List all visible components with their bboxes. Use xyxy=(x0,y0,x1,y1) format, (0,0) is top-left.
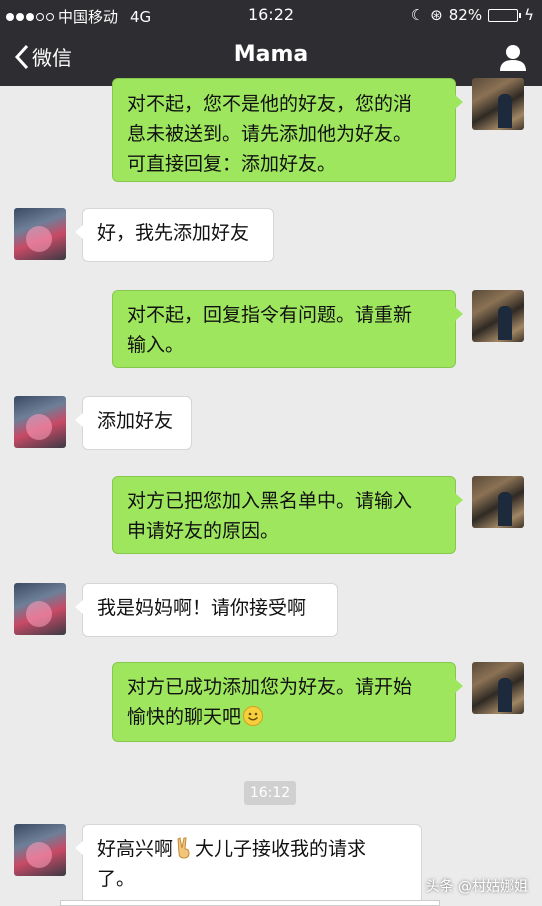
message-line: 对方已把您加入黑名单中。请输入 xyxy=(127,490,413,512)
message-text: 愉快的聊天吧 xyxy=(127,706,242,728)
input-bar-edge xyxy=(60,900,440,906)
mama-avatar[interactable] xyxy=(14,824,66,876)
my-avatar[interactable] xyxy=(472,290,524,342)
my-avatar[interactable] xyxy=(472,78,524,130)
message-line: 添加好友 xyxy=(97,410,174,432)
message-line: 息未被送到。请先添加他为好友。 xyxy=(127,123,413,145)
message-text: 大儿子接收我的请求 xyxy=(195,838,367,860)
moon-icon: ☾ xyxy=(410,6,425,24)
message-bubble-outgoing[interactable]: 对方已成功添加您为好友。请开始 愉快的聊天吧 xyxy=(112,662,463,742)
message-bubble-outgoing[interactable]: 对不起，回复指令有问题。请重新 输入。 xyxy=(112,290,463,368)
status-right: ☾ ⊛ 82% ϟ xyxy=(411,6,534,24)
contact-profile-button[interactable] xyxy=(498,42,528,72)
watermark: 头条 @村姑娜姐 xyxy=(425,879,528,895)
message-line: 好，我先添加好友 xyxy=(97,222,250,244)
message-bubble-outgoing[interactable]: 对方已把您加入黑名单中。请输入 申请好友的原因。 xyxy=(112,476,463,554)
message-bubble-outgoing[interactable]: 对不起，您不是他的好友，您的消 息未被送到。请先添加他为好友。 可直接回复：添加… xyxy=(112,78,463,182)
chat-timestamp: 16:12 xyxy=(244,781,296,805)
mama-avatar[interactable] xyxy=(14,208,66,260)
message-line: 对不起，回复指令有问题。请重新 xyxy=(127,304,413,326)
message-line: 好高兴啊 大儿子接收我的请求 xyxy=(97,834,407,864)
my-avatar[interactable] xyxy=(472,662,524,714)
back-label: 微信 xyxy=(32,46,72,70)
message-line: 申请好友的原因。 xyxy=(127,520,280,542)
rotation-lock-icon: ⊛ xyxy=(430,6,443,24)
message-line: 愉快的聊天吧 xyxy=(127,702,441,732)
message-bubble-incoming[interactable]: 好高兴啊 大儿子接收我的请求 了。 xyxy=(75,824,422,904)
message-bubble-incoming[interactable]: 好，我先添加好友 xyxy=(75,208,274,262)
chat-title: Mama xyxy=(233,42,309,67)
battery-percent: 82% xyxy=(448,6,483,24)
message-bubble-incoming[interactable]: 我是妈妈啊！请你接受啊 xyxy=(75,583,338,637)
status-bar: 中国移动 4G 16:22 ☾ ⊛ 82% ϟ xyxy=(0,0,542,30)
message-line: 输入。 xyxy=(127,334,185,356)
back-button[interactable]: 微信 xyxy=(14,42,72,71)
message-bubble-incoming[interactable]: 添加好友 xyxy=(75,396,192,450)
message-line: 对不起，您不是他的好友，您的消 xyxy=(127,93,413,115)
message-line: 可直接回复：添加好友。 xyxy=(127,153,337,175)
victory-hand-emoji-icon xyxy=(177,837,190,859)
smile-emoji-icon xyxy=(243,706,264,726)
mama-avatar[interactable] xyxy=(14,583,66,635)
message-line: 了。 xyxy=(97,868,136,890)
charging-icon: ϟ xyxy=(524,6,534,24)
mama-avatar[interactable] xyxy=(14,396,66,448)
battery-icon xyxy=(488,8,522,22)
message-text: 好高兴啊 xyxy=(97,838,174,860)
chevron-left-icon xyxy=(14,44,29,69)
message-line: 对方已成功添加您为好友。请开始 xyxy=(127,676,413,698)
person-icon xyxy=(500,45,526,71)
message-line: 我是妈妈啊！请你接受啊 xyxy=(97,597,307,619)
my-avatar[interactable] xyxy=(472,476,524,528)
